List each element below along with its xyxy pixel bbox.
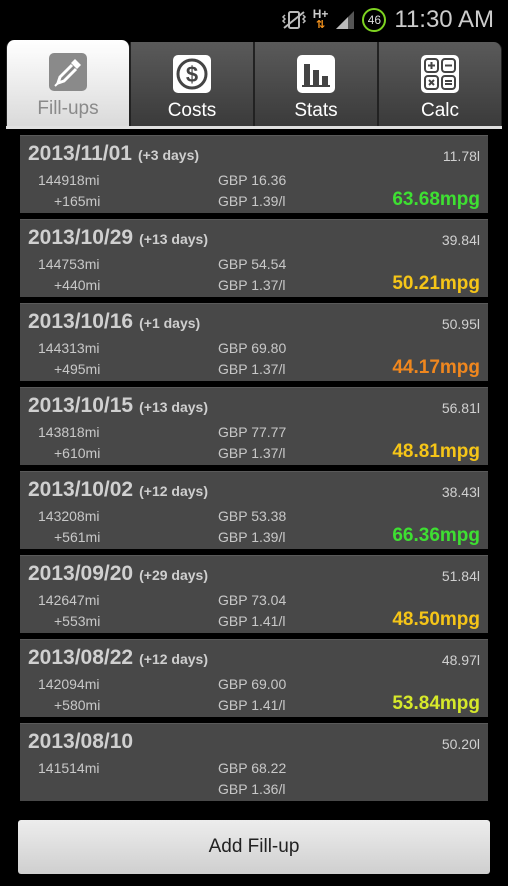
tab-underline	[6, 126, 502, 129]
fillup-price-per-liter: GBP 1.39/l	[218, 193, 286, 209]
fillup-mpg: 48.50mpg	[392, 609, 480, 630]
tab-label: Calc	[420, 100, 459, 121]
fillup-distance: +553mi	[54, 613, 101, 629]
fillup-date: 2013/10/16 (+1 days)	[28, 310, 201, 333]
fillup-date: 2013/09/20 (+29 days)	[28, 562, 208, 585]
fillup-cost: GBP 53.38	[218, 508, 287, 524]
fillup-mpg: 50.21mpg	[392, 273, 480, 294]
fillup-list[interactable]: 2013/11/01 (+3 days) 11.78l 144918mi +165…	[20, 135, 488, 807]
fillup-mpg: 44.17mpg	[392, 357, 480, 378]
status-bar: H+ ⇅ 46 11:30 AM	[0, 0, 508, 40]
fillup-date: 2013/08/22 (+12 days)	[28, 646, 208, 669]
fillup-liters: 48.97l	[441, 652, 480, 668]
fillup-mpg: 66.36mpg	[392, 525, 480, 546]
data-arrows-icon: ⇅	[315, 19, 326, 31]
network-hplus-icon: H+ ⇅	[313, 6, 329, 34]
fillup-row[interactable]: 2013/10/29 (+13 days) 39.84l 144753mi +44…	[20, 219, 488, 297]
fillup-cost: GBP 77.77	[218, 424, 287, 440]
fillup-liters: 50.95l	[441, 316, 480, 332]
fillup-days: (+1 days)	[139, 315, 201, 331]
fillup-days: (+3 days)	[137, 147, 200, 163]
fillup-liters: 50.20l	[441, 736, 480, 752]
fillup-price-per-liter: GBP 1.39/l	[218, 529, 286, 545]
fillup-date: 2013/10/02 (+12 days)	[28, 478, 208, 501]
fillup-liters: 39.84l	[441, 232, 480, 248]
fillup-mpg: 53.84mpg	[392, 693, 480, 714]
fillup-odometer: 143208mi	[38, 508, 100, 524]
fillup-price-per-liter: GBP 1.37/l	[218, 445, 286, 461]
fillup-odometer: 144313mi	[38, 340, 100, 356]
fillup-days: (+13 days)	[139, 399, 208, 415]
fillup-liters: 38.43l	[441, 484, 480, 500]
fillup-distance: +440mi	[54, 277, 101, 293]
battery-icon: 46	[362, 6, 387, 34]
fillup-days: (+29 days)	[139, 567, 208, 583]
fillup-distance: +165mi	[54, 193, 101, 209]
fillup-liters: 11.78l	[442, 148, 480, 164]
fillup-distance: +561mi	[54, 529, 101, 545]
fillup-row[interactable]: 2013/09/20 (+29 days) 51.84l 142647mi +55…	[20, 555, 488, 633]
fillup-row[interactable]: 2013/08/10 50.20l 141514mi GBP 68.22 GBP…	[20, 723, 488, 801]
dollar-icon: $	[172, 54, 212, 94]
fillup-price-per-liter: GBP 1.36/l	[218, 781, 286, 797]
fillup-odometer: 142647mi	[38, 592, 100, 608]
fillup-odometer: 143818mi	[38, 424, 100, 440]
fillup-date: 2013/11/01 (+3 days)	[28, 142, 200, 165]
fillup-date: 2013/10/15 (+13 days)	[28, 394, 208, 417]
battery-level: 46	[367, 13, 382, 27]
tab-bar: Fill-ups $ Costs Stats Calc	[6, 40, 502, 128]
fillup-cost: GBP 73.04	[218, 592, 287, 608]
signal-icon	[334, 6, 356, 34]
fillup-row[interactable]: 2013/10/15 (+13 days) 56.81l 143818mi +61…	[20, 387, 488, 465]
fillup-price-per-liter: GBP 1.37/l	[218, 361, 286, 377]
fillup-cost: GBP 69.00	[218, 676, 287, 692]
tab-stats[interactable]: Stats	[254, 42, 378, 128]
fillup-date: 2013/08/10	[28, 730, 134, 753]
fillup-distance: +495mi	[54, 361, 101, 377]
fillup-liters: 56.81l	[441, 400, 480, 416]
tab-label: Costs	[167, 100, 217, 121]
fillup-price-per-liter: GBP 1.41/l	[218, 697, 286, 713]
fillup-odometer: 141514mi	[38, 760, 100, 776]
fillup-cost: GBP 68.22	[218, 760, 287, 776]
fillup-odometer: 144918mi	[38, 172, 100, 188]
fillup-row[interactable]: 2013/10/16 (+1 days) 50.95l 144313mi +495…	[20, 303, 488, 381]
fillup-days: (+12 days)	[139, 651, 208, 667]
fillup-days: (+13 days)	[139, 231, 208, 247]
fillup-days: (+12 days)	[139, 483, 208, 499]
tab-costs[interactable]: $ Costs	[130, 42, 254, 128]
fillup-price-per-liter: GBP 1.41/l	[218, 613, 286, 629]
vibrate-mute-icon	[281, 6, 307, 34]
fillup-distance: +610mi	[54, 445, 101, 461]
tab-label: Stats	[294, 100, 338, 121]
fillup-cost: GBP 54.54	[218, 256, 287, 272]
fillup-liters: 51.84l	[441, 568, 480, 584]
add-fill-up-button[interactable]: Add Fill-up	[18, 820, 490, 874]
fillup-price-per-liter: GBP 1.37/l	[218, 277, 286, 293]
fillup-odometer: 142094mi	[38, 676, 100, 692]
bar-chart-icon	[296, 54, 336, 94]
tab-fill-ups[interactable]: Fill-ups	[6, 40, 130, 128]
clock: 11:30 AM	[394, 6, 494, 33]
fillup-odometer: 144753mi	[38, 256, 100, 272]
fillup-row[interactable]: 2013/10/02 (+12 days) 38.43l 143208mi +56…	[20, 471, 488, 549]
fillup-mpg: 63.68mpg	[392, 189, 480, 210]
tab-calc[interactable]: Calc	[378, 42, 502, 128]
fillup-distance: +580mi	[54, 697, 101, 713]
fuel-nozzle-icon	[48, 52, 88, 92]
calculator-icon	[420, 54, 460, 94]
tab-label: Fill-ups	[37, 98, 99, 119]
fillup-cost: GBP 69.80	[218, 340, 287, 356]
svg-text:$: $	[186, 62, 198, 87]
fillup-mpg: 48.81mpg	[392, 441, 480, 462]
fillup-row[interactable]: 2013/11/01 (+3 days) 11.78l 144918mi +165…	[20, 135, 488, 213]
fillup-cost: GBP 16.36	[218, 172, 287, 188]
fillup-date: 2013/10/29 (+13 days)	[28, 226, 208, 249]
fillup-row[interactable]: 2013/08/22 (+12 days) 48.97l 142094mi +58…	[20, 639, 488, 717]
